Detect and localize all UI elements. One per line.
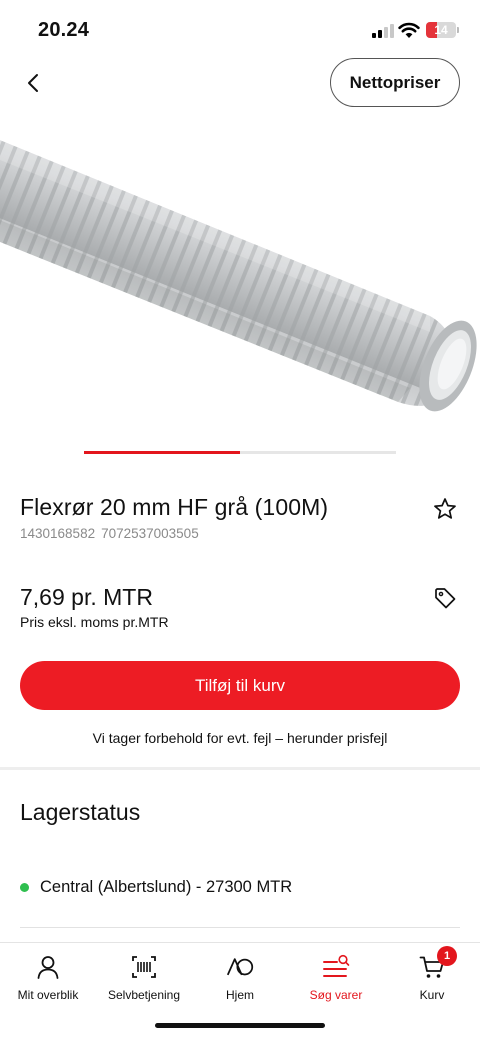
star-icon[interactable] [432, 496, 458, 522]
stock-status-dot [20, 882, 29, 892]
stock-heading: Lagerstatus [20, 799, 141, 825]
stock-divider [20, 927, 460, 928]
section-divider [0, 767, 480, 770]
tab-label: Mit overblik [17, 988, 79, 1002]
tab-mit-overblik[interactable]: Mit overblik [0, 943, 96, 1013]
price: 7,69 pr. MTR [20, 584, 153, 610]
product-ean: 7072537003505 [101, 526, 199, 541]
barcode-scanner-icon [132, 956, 156, 978]
tab-sog-varer[interactable]: Søg varer [288, 943, 384, 1013]
person-icon [37, 956, 59, 979]
product-number: 1430168582 [20, 526, 96, 541]
price-note: Pris eksl. moms pr.MTR [20, 614, 169, 630]
tab-label: Kurv [419, 988, 445, 1002]
nettopriser-button[interactable]: Nettopriser [330, 58, 460, 107]
tab-label: Hjem [225, 988, 254, 1002]
back-button[interactable] [18, 68, 48, 98]
status-time: 20.24 [38, 19, 90, 41]
product-image[interactable] [0, 112, 480, 430]
tab-label: Selvbetjening [107, 988, 181, 1002]
product-title: Flexrør 20 mm HF grå (100M) [20, 494, 329, 520]
tab-hjem[interactable]: Hjem [192, 943, 288, 1013]
carousel-indicator [84, 451, 396, 454]
product-ids: 1430168582 7072537003505 [20, 526, 205, 541]
wifi-icon [398, 22, 420, 38]
signal-icon [372, 24, 394, 38]
ao-logo-icon [226, 958, 254, 976]
flex-tube-image [0, 132, 477, 412]
chevron-left-icon [28, 74, 38, 92]
battery-icon: 14 [426, 22, 456, 38]
carousel-active-segment [84, 451, 240, 454]
cart-badge: 1 [437, 946, 457, 966]
tab-label: Søg varer [309, 988, 363, 1002]
battery-tip [457, 27, 459, 33]
stock-entry-text: Central (Albertslund) - 27300 MTR [40, 877, 293, 896]
search-menu-icon [323, 954, 350, 977]
status-bar: 20.24 14 [0, 0, 480, 60]
stock-entry: Central (Albertslund) - 27300 MTR [20, 876, 292, 898]
price-disclaimer: Vi tager forbehold for evt. fejl – herun… [92, 730, 388, 746]
add-to-cart-button[interactable]: Tilføj til kurv [20, 661, 460, 710]
tab-selvbetjening[interactable]: Selvbetjening [96, 943, 192, 1013]
battery-level: 14 [434, 23, 448, 37]
price-tag-icon[interactable] [432, 585, 458, 611]
tab-kurv[interactable]: 1 Kurv [384, 943, 480, 1013]
home-indicator [155, 1023, 325, 1028]
